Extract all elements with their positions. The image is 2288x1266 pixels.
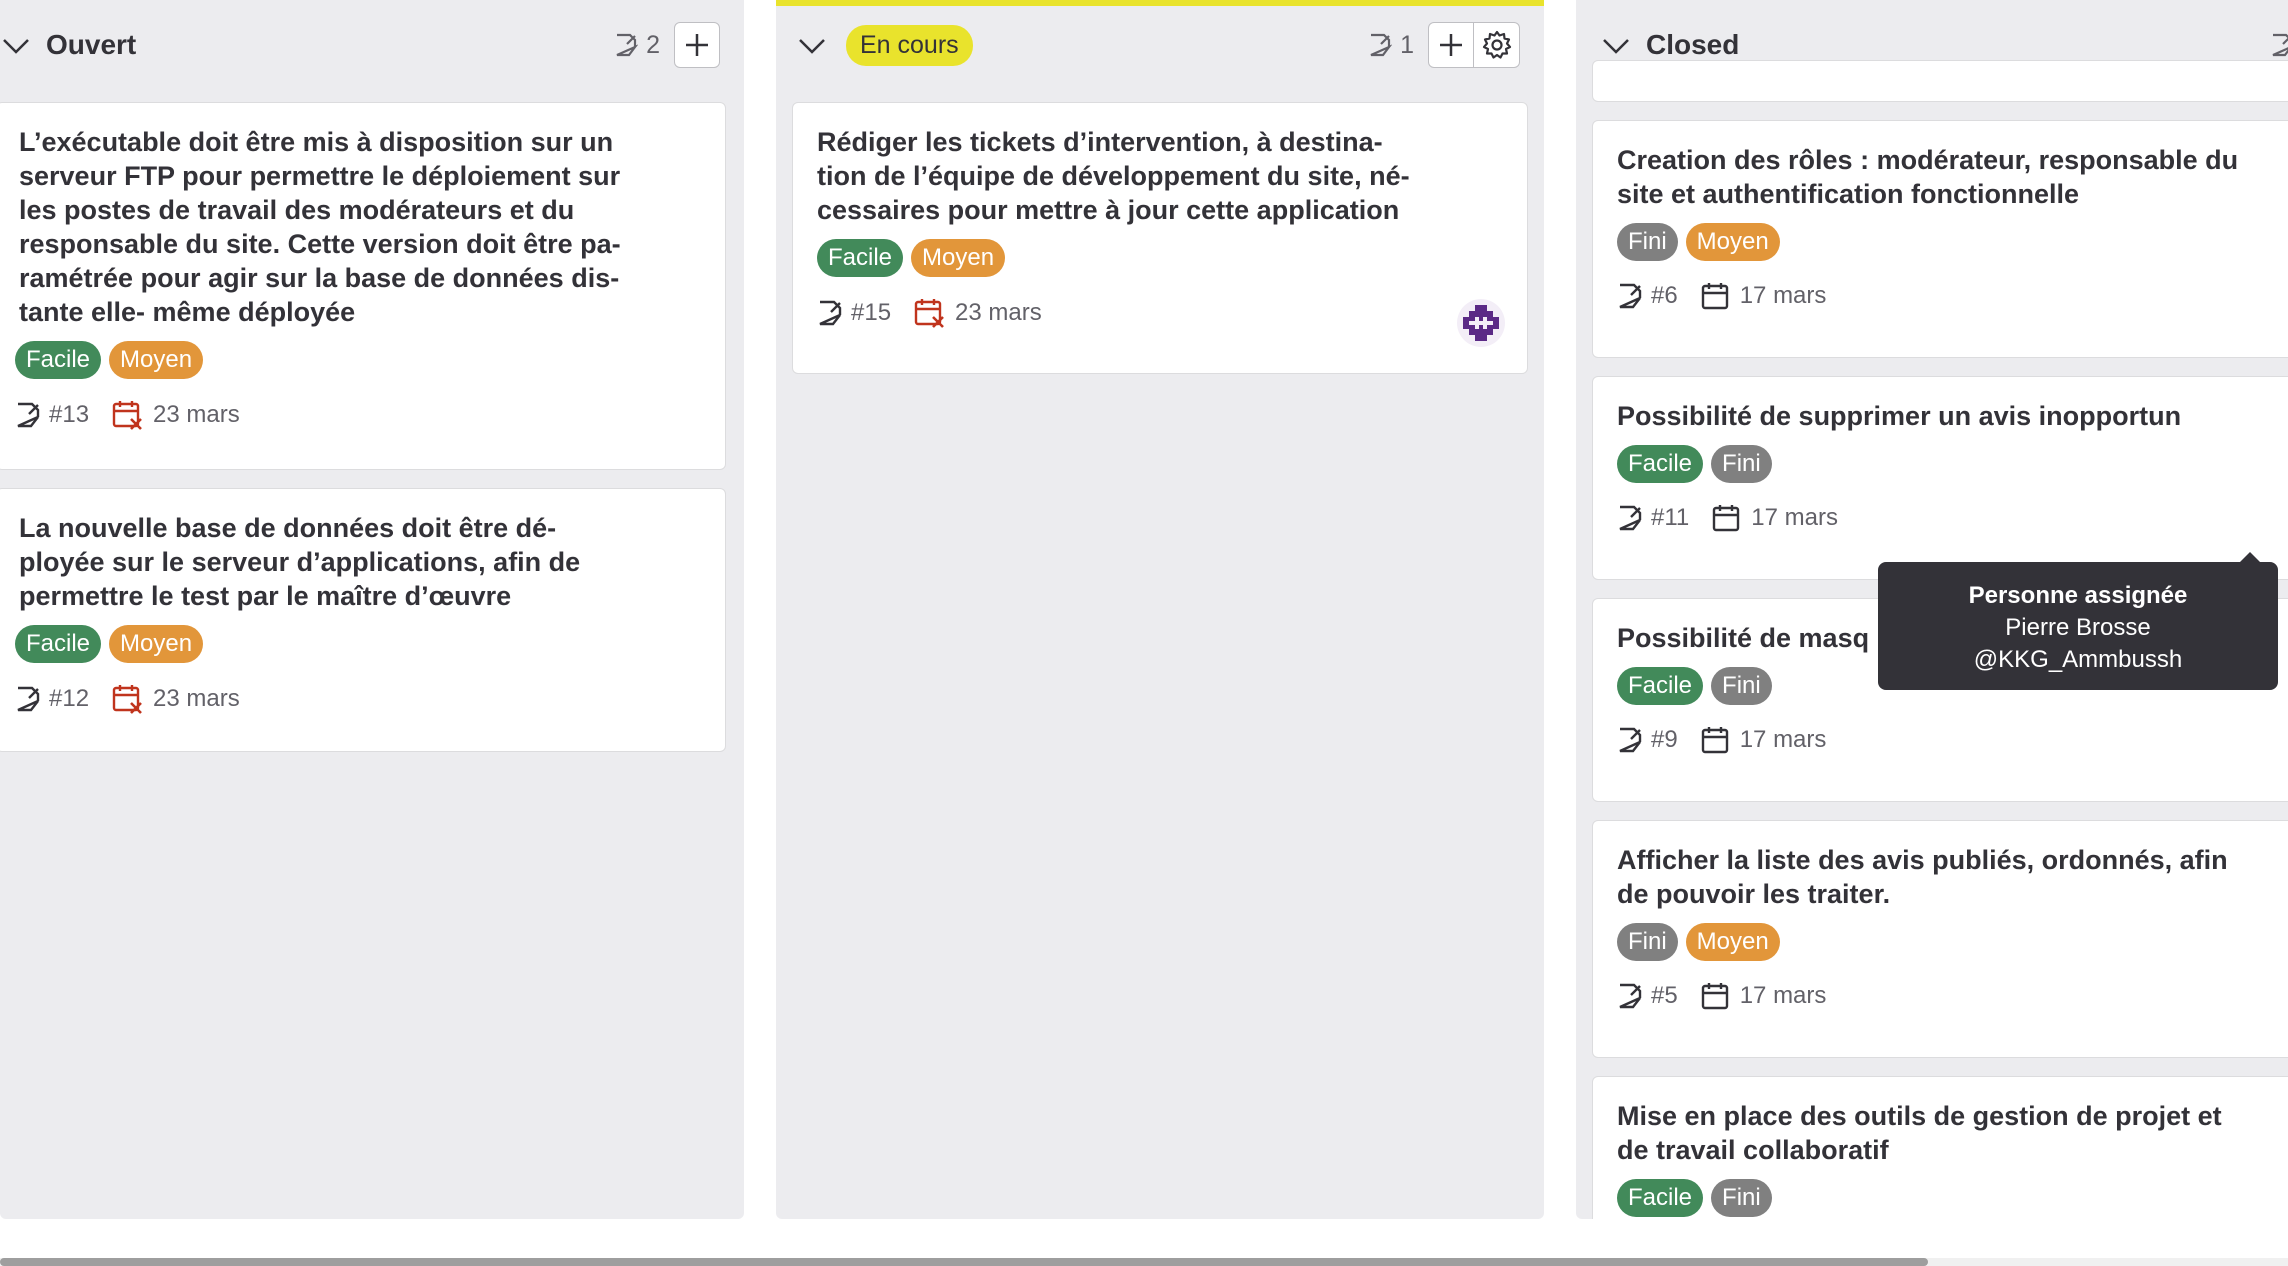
label-badge[interactable]: Moyen (1685, 923, 1780, 961)
issue-title[interactable]: Rédiger les tickets d’intervention, à de… (817, 125, 1505, 227)
label-badge[interactable]: Fini (1711, 1179, 1772, 1217)
label-badge[interactable]: Fini (1711, 667, 1772, 705)
calendar-icon (1701, 727, 1728, 754)
column-title: Closed (1646, 29, 1740, 60)
label-badge[interactable]: Moyen (911, 239, 1006, 277)
issue-title[interactable]: La nouvelle base de données doit être dé… (19, 511, 703, 613)
label-badge[interactable]: Facile (817, 239, 904, 277)
label-badge[interactable]: Fini (1711, 445, 1772, 483)
due-date: 17 mars (1739, 982, 1827, 1009)
issue-number[interactable]: #5 (1651, 982, 1678, 1010)
label-badge[interactable]: Facile (1617, 667, 1704, 705)
issue-title[interactable]: L’exécutable doit être mis à disposition… (19, 125, 703, 329)
tooltip-name: Pierre Brosse (2005, 614, 2151, 641)
assignee-tooltip: Personne assignée Pierre Brosse @KKG_Amm… (1878, 552, 2278, 690)
issue-number[interactable]: #12 (49, 685, 89, 713)
due-date: 17 mars (1739, 726, 1827, 753)
issue-number[interactable]: #9 (1651, 726, 1678, 754)
list-settings-button[interactable] (1474, 22, 1520, 68)
issue-card[interactable]: Afficher la liste des avis publiés, ordo… (1592, 820, 2288, 1058)
column-header: En cours 1 (776, 6, 1544, 90)
gear-icon (1482, 30, 1511, 59)
label-badge[interactable]: Facile (1617, 445, 1704, 483)
issue-count: 1 (1368, 31, 1414, 60)
chevron-down-icon[interactable] (0, 29, 32, 61)
column-title: Ouvert (46, 29, 137, 60)
issue-count: 2 (614, 31, 660, 60)
issue-count-value: 2 (646, 30, 660, 59)
chevron-down-icon[interactable] (1600, 29, 1632, 61)
label-badge[interactable]: Fini (1617, 223, 1678, 261)
calendar-icon (1713, 505, 1740, 532)
issue-icon (2272, 33, 2288, 57)
due-date: 23 mars (153, 685, 240, 712)
new-issue-button[interactable] (674, 22, 720, 68)
new-issue-button[interactable] (1428, 22, 1474, 68)
label-badge[interactable]: Moyen (109, 341, 204, 379)
column-title: En cours (846, 24, 973, 66)
calendar-overdue-icon (914, 299, 944, 328)
issue-title[interactable]: Creation des rôles : modérateur, respons… (1617, 143, 2288, 211)
issue-card[interactable]: L’exécutable doit être mis à disposition… (0, 102, 726, 470)
due-date: 23 mars (955, 299, 1042, 326)
horizontal-scrollbar-thumb[interactable] (0, 1258, 1928, 1266)
label-badge[interactable]: Facile (15, 625, 102, 663)
due-date: 17 mars (1739, 282, 1827, 309)
issue-title[interactable]: Possibilité de supprimer un avis inoppor… (1617, 399, 2288, 433)
plus-icon (1440, 34, 1462, 56)
issue-title[interactable]: Afficher la liste des avis publiés, ordo… (1617, 843, 2288, 911)
label-badge[interactable]: Facile (1617, 1179, 1704, 1217)
label-badge[interactable]: Moyen (1685, 223, 1780, 261)
label-badge[interactable]: Facile (15, 341, 102, 379)
issue-card[interactable]: Creation des rôles : modérateur, respons… (1592, 120, 2288, 358)
calendar-icon (1701, 283, 1728, 310)
issue-icon (17, 402, 40, 428)
chevron-down-icon[interactable] (796, 29, 828, 61)
issue-title[interactable]: Mise en place des outils de gestion de p… (1617, 1099, 2288, 1167)
column-header: Ouvert 2 (0, 0, 744, 90)
tooltip-heading: Personne assignée (1968, 582, 2188, 609)
issue-icon (1619, 727, 1642, 753)
issue-icon (616, 33, 639, 57)
issue-icon (1619, 505, 1642, 531)
board-column-en-cours: En cours 1 Rédiger les tickets d’interve… (776, 0, 1544, 1219)
issue-card[interactable]: Possibilité de supprimer un avis inoppor… (1592, 376, 2288, 580)
issue-icon (1619, 983, 1642, 1009)
issue-number[interactable]: #13 (49, 401, 89, 429)
issue-count-value: 1 (1400, 30, 1414, 59)
calendar-overdue-icon (112, 685, 142, 714)
due-date: 23 mars (153, 401, 240, 428)
label-badge[interactable]: Moyen (109, 625, 204, 663)
calendar-overdue-icon (112, 401, 142, 430)
issue-card[interactable] (1592, 60, 2288, 102)
issue-number[interactable]: #6 (1651, 282, 1678, 310)
issue-card[interactable]: Rédiger les tickets d’intervention, à de… (792, 102, 1528, 374)
due-date: 17 mars (1751, 504, 1838, 531)
board-column-ouvert: Ouvert 2 L’exécutable doit être mis à di… (0, 0, 744, 1219)
plus-icon (686, 34, 708, 56)
assignee-avatar[interactable] (1457, 299, 1505, 347)
issue-number[interactable]: #11 (1651, 504, 1689, 532)
issue-card[interactable]: La nouvelle base de données doit être dé… (0, 488, 726, 752)
issue-icon (17, 686, 40, 712)
issue-number[interactable]: #15 (851, 299, 891, 327)
tooltip-username: @KKG_Ammbussh (1973, 646, 2183, 673)
label-badge[interactable]: Fini (1617, 923, 1678, 961)
issue-icon (819, 300, 842, 326)
issue-icon (1619, 283, 1642, 309)
issue-icon (1370, 33, 1393, 57)
calendar-icon (1701, 983, 1728, 1010)
issue-card[interactable]: Mise en place des outils de gestion de p… (1592, 1076, 2288, 1219)
